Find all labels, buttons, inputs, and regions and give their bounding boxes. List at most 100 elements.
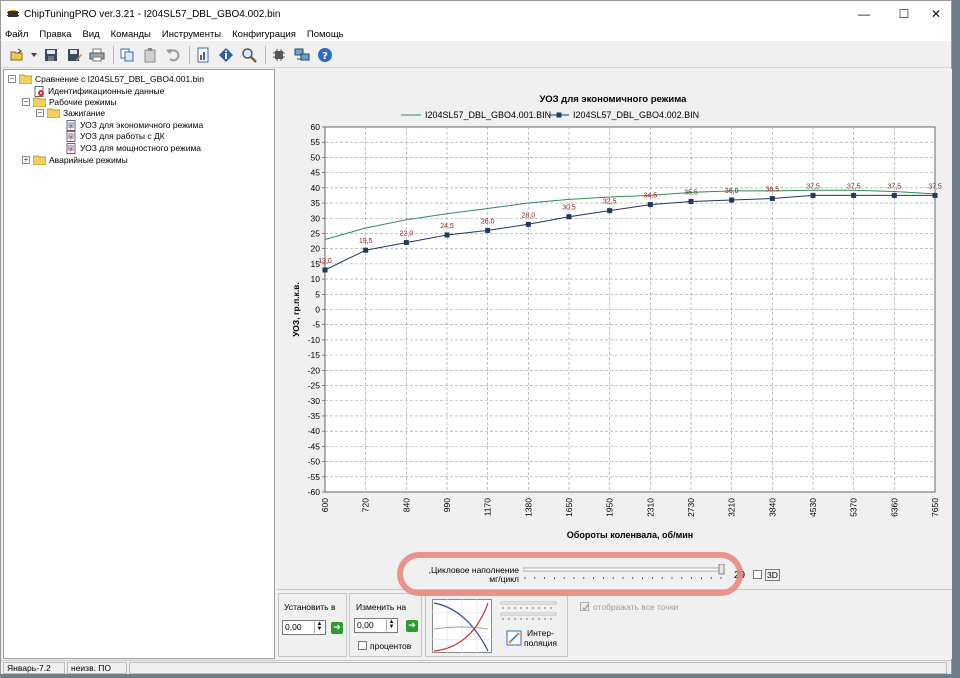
ignition-chart[interactable]: УОЗ для экономичного режима I204SL57_DBL_… xyxy=(277,69,952,559)
y-tick-label: 25 xyxy=(311,228,321,238)
help-button[interactable]: ? xyxy=(315,45,335,65)
interpolation-label-line2: поляция xyxy=(524,638,557,648)
toolbar-separator xyxy=(265,45,266,64)
x-tick-label: 600 xyxy=(320,498,330,512)
chart-area: УОЗ для экономичного режима I204SL57_DBL_… xyxy=(277,69,952,589)
open-folder-icon xyxy=(10,48,23,60)
status-firmware: Январь-7.2 xyxy=(3,661,65,674)
apply-set-button[interactable]: ➔ xyxy=(331,622,343,634)
collapse-toggle[interactable]: − xyxy=(22,98,30,106)
data-point[interactable] xyxy=(769,195,775,201)
minimize-button[interactable]: — xyxy=(847,1,881,27)
expand-toggle[interactable]: + xyxy=(22,156,30,164)
x-tick-label: 840 xyxy=(401,498,411,512)
menu-edit[interactable]: Правка xyxy=(39,29,71,40)
data-point[interactable] xyxy=(851,192,857,198)
x-tick-label: 3210 xyxy=(727,498,737,517)
checksum-button[interactable] xyxy=(216,45,236,65)
y-tick-label: 60 xyxy=(311,122,321,132)
data-point[interactable] xyxy=(363,247,369,253)
apply-change-button[interactable]: ➔ xyxy=(406,620,418,632)
close-button[interactable]: ✕ xyxy=(919,1,953,27)
network-button[interactable] xyxy=(292,45,312,65)
tree-item-label: УОЗ для мощностного режима xyxy=(80,143,202,153)
spin-arrows-icon[interactable]: ▲ ▼ xyxy=(314,621,324,633)
data-label: 36,5 xyxy=(766,186,780,193)
data-point[interactable] xyxy=(403,240,409,246)
tree-root[interactable]: − Сравнение с I204SL57_DBL_GBO4.001.bin xyxy=(8,73,204,85)
smoothing-sliders[interactable] xyxy=(500,600,558,622)
search-button[interactable] xyxy=(239,45,259,65)
y-tick-label: -5 xyxy=(312,320,320,330)
y-tick-label: 40 xyxy=(311,183,321,193)
maximize-button[interactable]: ☐ xyxy=(887,1,921,27)
save-as-button[interactable] xyxy=(64,45,84,65)
three-d-checkbox[interactable] xyxy=(753,570,762,579)
tree-item-label: Зажигание xyxy=(63,108,106,118)
x-tick-label: 7650 xyxy=(930,498,940,517)
three-d-label[interactable]: 3D xyxy=(765,569,780,581)
collapse-toggle[interactable]: − xyxy=(36,109,44,117)
x-tick-label: 4530 xyxy=(808,498,818,517)
set-value-input[interactable]: 0,00 ▲ ▼ xyxy=(282,620,326,635)
interpolation-icon[interactable] xyxy=(506,630,522,646)
svg-text:?: ? xyxy=(69,147,72,154)
undo-button[interactable] xyxy=(163,45,183,65)
tree-item-map-power[interactable]: ? УОЗ для мощностного режима xyxy=(66,142,201,154)
interpolation-label-line1: Интер- xyxy=(527,628,554,638)
toolbar-separator xyxy=(189,45,190,64)
menu-configuration[interactable]: Конфигурация xyxy=(232,29,296,40)
tree-item-label: Аварийные режимы xyxy=(49,155,128,165)
toolbar-separator xyxy=(113,45,114,64)
edit-panel: Установить в 0,00 ▲ ▼ ➔ Изменить на 0,00 ▲ ▼… xyxy=(277,589,952,659)
curve-preview-icon[interactable] xyxy=(432,599,492,653)
map-table-icon: ? xyxy=(66,142,76,154)
hardware-button[interactable] xyxy=(269,45,289,65)
y-tick-label: -20 xyxy=(308,365,321,375)
data-point[interactable] xyxy=(485,227,491,233)
diamond-info-icon xyxy=(219,47,233,62)
percent-checkbox[interactable] xyxy=(358,641,367,650)
open-dropdown-button[interactable] xyxy=(30,45,38,65)
tree-item-label: УОЗ для экономичного режима xyxy=(80,120,204,130)
menu-file[interactable]: Файл xyxy=(5,29,28,40)
save-button[interactable] xyxy=(41,45,61,65)
tree-item-ignition[interactable]: − Зажигание xyxy=(36,107,105,119)
change-value-input[interactable]: 0,00 ▲ ▼ xyxy=(354,618,398,633)
percent-label: процентов xyxy=(370,641,412,651)
show-all-points-checkbox[interactable] xyxy=(580,602,589,611)
data-point[interactable] xyxy=(932,192,938,198)
y-tick-label: -25 xyxy=(308,381,321,391)
data-point[interactable] xyxy=(525,221,531,227)
spin-arrows-icon[interactable]: ▲ ▼ xyxy=(386,619,396,631)
data-point[interactable] xyxy=(647,202,653,208)
data-point[interactable] xyxy=(607,208,613,214)
chart-title: УОЗ для экономичного режима xyxy=(540,94,688,105)
paste-button[interactable] xyxy=(140,45,160,65)
data-point[interactable] xyxy=(444,232,450,238)
menu-help[interactable]: Помощь xyxy=(307,29,344,40)
tree-item-label: УОЗ для работы с ДК xyxy=(80,131,165,141)
data-point[interactable] xyxy=(729,197,735,203)
y-tick-label: 30 xyxy=(311,213,321,223)
tree-item-label: Идентификационные данные xyxy=(48,86,165,96)
copy-button[interactable] xyxy=(117,45,137,65)
toolbar: ? xyxy=(1,42,951,68)
status-software: неизв. ПО xyxy=(67,661,127,674)
network-computers-icon xyxy=(294,48,310,60)
menu-tools[interactable]: Инструменты xyxy=(162,29,221,40)
menu-view[interactable]: Вид xyxy=(82,29,99,40)
data-point[interactable] xyxy=(891,192,897,198)
data-point[interactable] xyxy=(322,267,328,273)
report-button[interactable] xyxy=(193,45,213,65)
data-point[interactable] xyxy=(566,214,572,220)
data-point[interactable] xyxy=(688,199,694,205)
collapse-toggle[interactable]: − xyxy=(8,75,16,83)
data-label: 37,5 xyxy=(928,183,942,190)
menu-commands[interactable]: Команды xyxy=(111,29,151,40)
data-point[interactable] xyxy=(810,192,816,198)
print-button[interactable] xyxy=(87,45,107,65)
tree-item-map-dk[interactable]: ? УОЗ для работы с ДК xyxy=(66,130,165,142)
open-file-button[interactable] xyxy=(7,45,27,65)
tree-item-emergency[interactable]: + Аварийные режимы xyxy=(22,154,128,166)
